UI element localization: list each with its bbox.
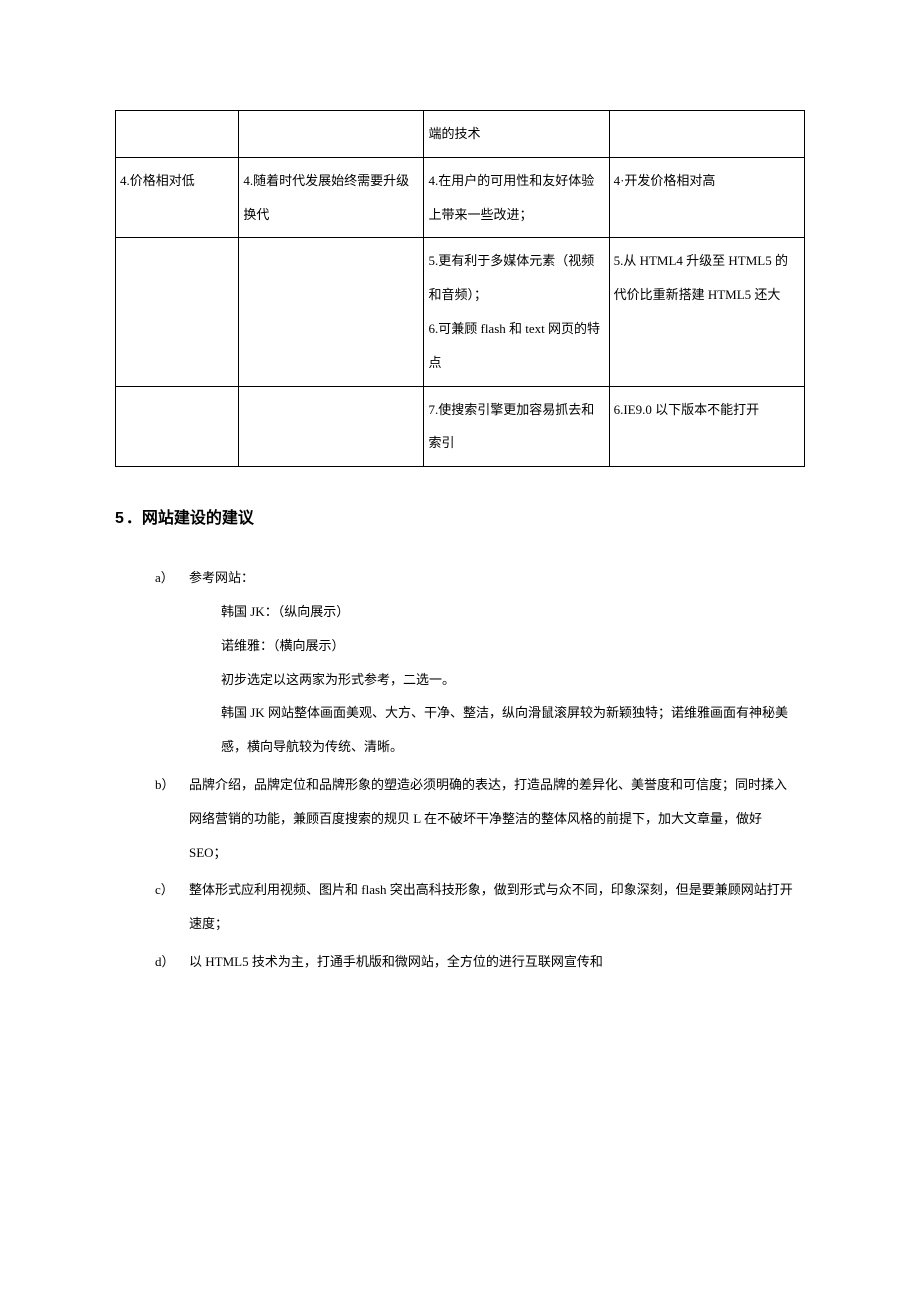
list-item: c）整体形式应利用视频、图片和 flash 突出高科技形象，做到形式与众不同，印…: [155, 873, 805, 941]
cell: [609, 111, 804, 158]
cell: 5.从 HTML4 升级至 HTML5 的代价比重新搭建 HTML5 还大: [609, 238, 804, 386]
cell: [239, 238, 424, 386]
sub-line: 韩国 JK 网站整体画面美观、大方、干净、整洁，纵向滑鼠滚屏较为新颖独特；诺维雅…: [221, 696, 799, 764]
sub-line: 韩国 JK：（纵向展示）: [221, 595, 799, 629]
table-row: 4.价格相对低 4.随着时代发展始终需要升级换代 4.在用户的可用性和友好体验上…: [116, 157, 805, 238]
suggestion-list: a） 参考网站： 韩国 JK：（纵向展示） 诺维雅：（横向展示） 初步选定以这两…: [155, 561, 805, 979]
cell: 4.随着时代发展始终需要升级换代: [239, 157, 424, 238]
item-body: 品牌介绍，品牌定位和品牌形象的塑造必须明确的表达，打造品牌的差异化、美誉度和可信…: [189, 768, 799, 869]
item-body: 参考网站： 韩国 JK：（纵向展示） 诺维雅：（横向展示） 初步选定以这两家为形…: [189, 561, 799, 764]
table-row: 7.使搜索引擎更加容易抓去和索引 6.IE9.0 以下版本不能打开: [116, 386, 805, 467]
comparison-table: 端的技术 4.价格相对低 4.随着时代发展始终需要升级换代 4.在用户的可用性和…: [115, 110, 805, 467]
item-label: c）: [155, 873, 189, 907]
cell: [116, 238, 239, 386]
table-row: 5.更有利于多媒体元素（视频和音频）； 6.可兼顾 flash 和 text 网…: [116, 238, 805, 386]
sub-line: 初步选定以这两家为形式参考，二选一。: [221, 663, 799, 697]
section-heading: 5．网站建设的建议: [115, 507, 805, 531]
item-label: b）: [155, 768, 189, 802]
table-row: 端的技术: [116, 111, 805, 158]
list-item: d）以 HTML5 技术为主，打通手机版和微网站，全方位的进行互联网宣传和: [155, 945, 805, 979]
cell: 7.使搜索引擎更加容易抓去和索引: [424, 386, 609, 467]
cell: 4·开发价格相对高: [609, 157, 804, 238]
item-body: 整体形式应利用视频、图片和 flash 突出高科技形象，做到形式与众不同，印象深…: [189, 873, 799, 941]
sub-line: 诺维雅：（横向展示）: [221, 629, 799, 663]
cell: 5.更有利于多媒体元素（视频和音频）； 6.可兼顾 flash 和 text 网…: [424, 238, 609, 386]
item-label: a）: [155, 561, 189, 595]
item-body: 以 HTML5 技术为主，打通手机版和微网站，全方位的进行互联网宣传和: [189, 945, 799, 979]
heading-number: 5: [115, 510, 126, 527]
list-item: a） 参考网站： 韩国 JK：（纵向展示） 诺维雅：（横向展示） 初步选定以这两…: [155, 561, 805, 764]
cell: [116, 386, 239, 467]
cell: 6.IE9.0 以下版本不能打开: [609, 386, 804, 467]
cell: [116, 111, 239, 158]
heading-title: ．网站建设的建议: [126, 510, 254, 527]
document-page: 端的技术 4.价格相对低 4.随着时代发展始终需要升级换代 4.在用户的可用性和…: [0, 0, 920, 1301]
item-label: d）: [155, 945, 189, 979]
item-intro: 参考网站：: [189, 570, 254, 585]
cell: 端的技术: [424, 111, 609, 158]
cell: [239, 111, 424, 158]
cell: 4.价格相对低: [116, 157, 239, 238]
cell: 4.在用户的可用性和友好体验上带来一些改进；: [424, 157, 609, 238]
cell: [239, 386, 424, 467]
list-item: b）品牌介绍，品牌定位和品牌形象的塑造必须明确的表达，打造品牌的差异化、美誉度和…: [155, 768, 805, 869]
